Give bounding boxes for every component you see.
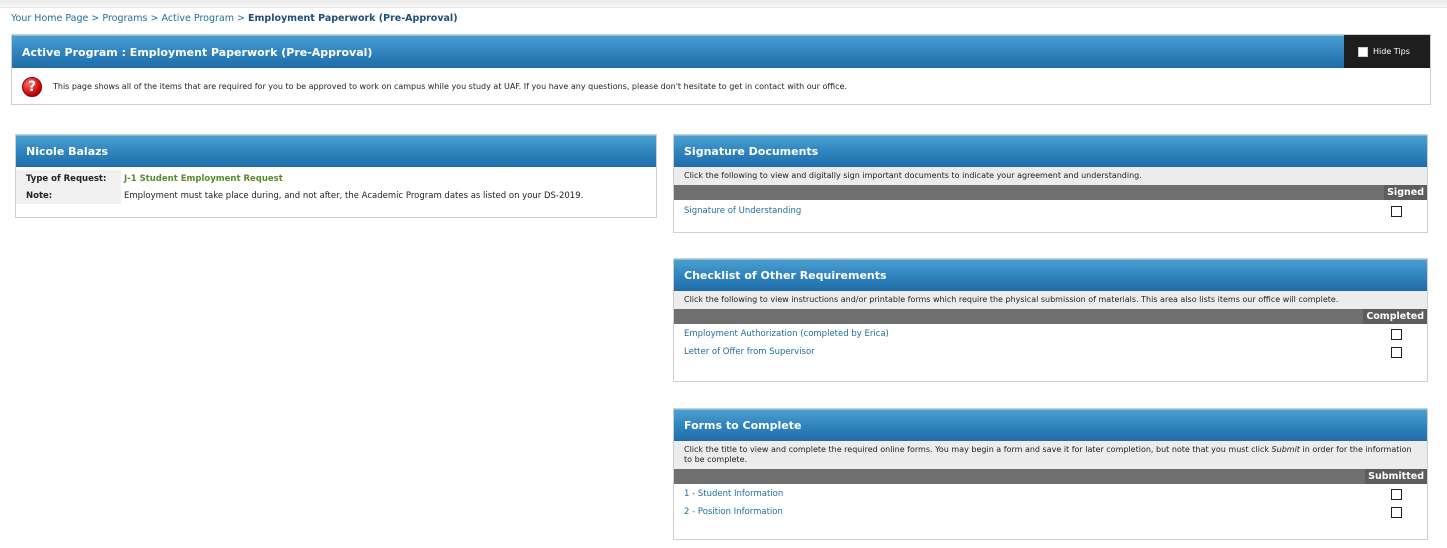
request-type-label: Type of Request: bbox=[16, 170, 121, 187]
breadcrumb-separator: > bbox=[91, 13, 100, 24]
list-item: Letter of Offer from Supervisor bbox=[674, 343, 1427, 361]
signature-documents-description: Click the following to view and digitall… bbox=[674, 167, 1427, 185]
signed-column-label: Signed bbox=[1384, 185, 1427, 200]
forms-title: Forms to Complete bbox=[674, 409, 1427, 441]
position-information-link[interactable]: 2 - Position Information bbox=[684, 507, 783, 517]
person-panel: Nicole Balazs Type of Request: J-1 Stude… bbox=[15, 134, 657, 218]
table-row: Type of Request: J-1 Student Employment … bbox=[16, 170, 656, 187]
student-information-link[interactable]: 1 - Student Information bbox=[684, 489, 783, 499]
signature-of-understanding-link[interactable]: Signature of Understanding bbox=[684, 206, 801, 216]
table-row: Note: Employment must take place during,… bbox=[16, 187, 656, 204]
forms-description: Click the title to view and complete the… bbox=[674, 441, 1427, 469]
signature-documents-title: Signature Documents bbox=[674, 135, 1427, 167]
list-item: Signature of Understanding bbox=[674, 202, 1427, 220]
signature-column-header: Signed bbox=[674, 185, 1427, 200]
completed-checkbox[interactable] bbox=[1391, 346, 1402, 358]
list-item: Employment Authorization (completed by E… bbox=[674, 325, 1427, 343]
checklist-panel: Checklist of Other Requirements Click th… bbox=[673, 258, 1428, 382]
forms-description-text: Click the title to view and complete the… bbox=[684, 445, 1272, 454]
request-type-value: J-1 Student Employment Request bbox=[124, 173, 283, 184]
top-strip bbox=[0, 0, 1447, 8]
completed-column-label: Completed bbox=[1363, 309, 1427, 324]
checklist-column-header: Completed bbox=[674, 309, 1427, 324]
signature-documents-panel: Signature Documents Click the following … bbox=[673, 134, 1428, 233]
active-program-box: Active Program : Employment Paperwork (P… bbox=[11, 34, 1431, 105]
tip-text: This page shows all of the items that ar… bbox=[53, 82, 848, 91]
tip-row: ? This page shows all of the items that … bbox=[12, 68, 1430, 105]
note-value: Employment must take place during, and n… bbox=[124, 190, 584, 201]
forms-description-emphasis: Submit bbox=[1271, 445, 1300, 454]
hide-tips-label: Hide Tips bbox=[1373, 47, 1410, 56]
person-name: Nicole Balazs bbox=[16, 135, 656, 167]
letter-of-offer-link[interactable]: Letter of Offer from Supervisor bbox=[684, 347, 815, 357]
note-label: Note: bbox=[16, 187, 121, 204]
completed-checkbox[interactable] bbox=[1391, 328, 1402, 340]
person-details-table: Type of Request: J-1 Student Employment … bbox=[16, 170, 656, 204]
breadcrumb-separator: > bbox=[237, 13, 245, 24]
hide-tips-toggle[interactable]: Hide Tips bbox=[1344, 35, 1430, 68]
forms-panel: Forms to Complete Click the title to vie… bbox=[673, 408, 1428, 540]
breadcrumb-separator: > bbox=[150, 13, 159, 24]
submitted-checkbox[interactable] bbox=[1391, 488, 1402, 500]
breadcrumb-programs-link[interactable]: Programs bbox=[102, 13, 147, 24]
list-item: 2 - Position Information bbox=[674, 503, 1427, 521]
breadcrumb: Your Home Page > Programs > Active Progr… bbox=[11, 13, 458, 24]
breadcrumb-current: Employment Paperwork (Pre-Approval) bbox=[248, 13, 458, 24]
question-icon: ? bbox=[22, 76, 42, 97]
list-item: 1 - Student Information bbox=[674, 485, 1427, 503]
employment-authorization-link[interactable]: Employment Authorization (completed by E… bbox=[684, 329, 889, 339]
forms-column-header: Submitted bbox=[674, 469, 1427, 484]
page-title: Active Program : Employment Paperwork (P… bbox=[12, 35, 1346, 68]
signed-checkbox[interactable] bbox=[1391, 205, 1402, 217]
checklist-description: Click the following to view instructions… bbox=[674, 291, 1427, 309]
breadcrumb-home-link[interactable]: Your Home Page bbox=[11, 13, 88, 24]
submitted-column-label: Submitted bbox=[1365, 469, 1427, 484]
submitted-checkbox[interactable] bbox=[1391, 506, 1402, 518]
checklist-title: Checklist of Other Requirements bbox=[674, 259, 1427, 291]
breadcrumb-active-program-link[interactable]: Active Program bbox=[161, 13, 234, 24]
hide-tips-checkbox[interactable] bbox=[1358, 46, 1368, 57]
